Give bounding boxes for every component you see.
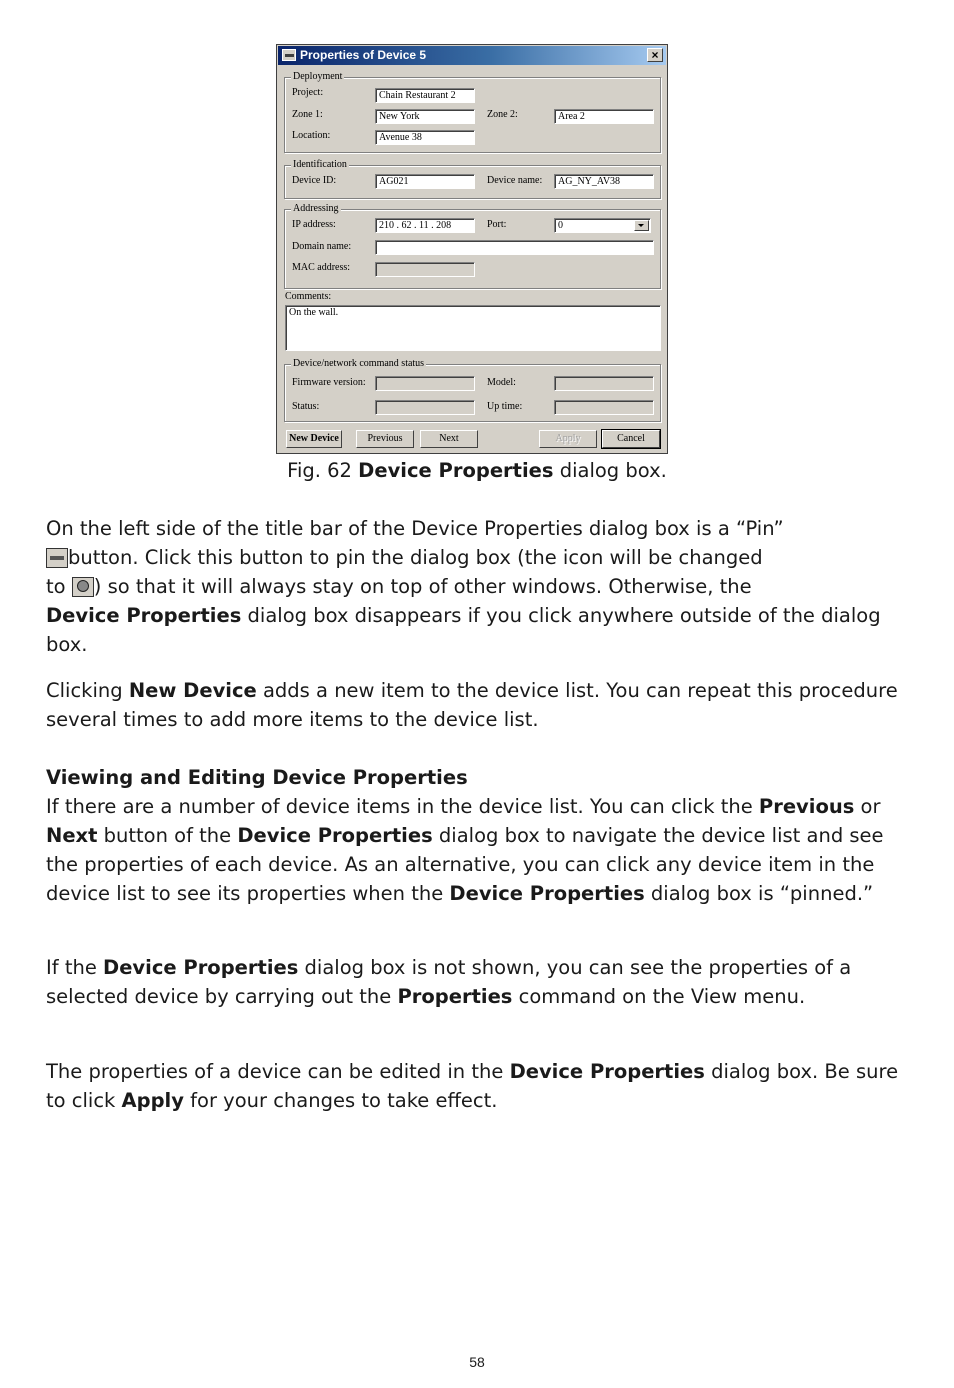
new-device-button[interactable]: New Device [286,430,342,448]
port-label: Port: [487,219,507,230]
figure-caption: Fig. 62 Device Properties dialog box. [0,459,954,482]
previous-button[interactable]: Previous [356,430,414,448]
status-legend: Device/network command status [291,358,427,369]
pin-icon[interactable] [282,49,296,61]
text: for your changes to take effect. [183,1089,498,1112]
bold-text: Device Properties [509,1060,705,1083]
text: command on the View menu. [512,985,806,1008]
bold-text: Previous [758,795,855,818]
pushpin-icon [71,577,94,597]
bold-text: Device Properties [103,956,299,979]
addressing-legend: Addressing [291,203,341,214]
text: If there are a number of device items in… [46,795,759,818]
text: Clicking [46,679,129,702]
zone1-label: Zone 1: [292,109,323,120]
bold-text: Device Properties [46,604,242,627]
device-id-label: Device ID: [292,175,337,186]
apply-button[interactable]: Apply [539,430,597,448]
device-properties-dialog: Properties of Device 5 × Deployment Proj… [276,44,668,454]
text: button of the [97,824,238,847]
bold-text: Next [46,824,98,847]
paragraph-new-device: Clicking New Device adds a new item to t… [46,676,916,734]
text: dialog box is “pinned.” [644,882,874,905]
pin-icon [46,548,68,568]
device-name-field[interactable]: AG_NY_AV38 [554,174,654,189]
deployment-group: Deployment Project: Chain Restaurant 2 Z… [284,71,661,153]
text: The properties of a device can be edited… [46,1060,510,1083]
caption-suffix: dialog box. [553,459,667,482]
caption-prefix: Fig. 62 [287,459,359,482]
text: to [46,575,72,598]
ip-address-field[interactable]: 210 . 62 . 11 . 208 [375,218,475,233]
deployment-legend: Deployment [291,71,345,82]
text: ) so that it will always stay on top of … [93,575,752,598]
firmware-label: Firmware version: [292,377,366,388]
section-heading: Viewing and Editing Device Properties [46,766,468,789]
mac-address-label: MAC address: [292,262,351,273]
text: On the left side of the title bar of the… [46,517,784,540]
paragraph-apply: The properties of a device can be edited… [46,1057,916,1115]
paragraph-navigation: If there are a number of device items in… [46,792,916,908]
identification-legend: Identification [291,159,349,170]
paragraph-pin: On the left side of the title bar of the… [46,514,916,659]
page-number: 58 [469,1354,485,1370]
bold-text: Device Properties [449,882,645,905]
firmware-field [375,376,475,391]
comments-label: Comments: [285,291,332,302]
paragraph-properties-command: If the Device Properties dialog box is n… [46,953,916,1011]
comments-textarea[interactable]: On the wall. [285,305,661,351]
location-field[interactable]: Avenue 38 [375,130,475,145]
text: If the [46,956,104,979]
status-group: Device/network command status Firmware v… [284,358,661,422]
domain-name-field[interactable] [375,240,654,255]
zone1-field[interactable]: New York [375,109,475,124]
domain-name-label: Domain name: [292,241,352,252]
bold-text: Properties [397,985,513,1008]
model-field [554,376,654,391]
caption-bold: Device Properties [358,459,554,482]
bold-text: Device Properties [237,824,433,847]
location-label: Location: [292,130,331,141]
port-value: 0 [558,220,563,231]
project-label: Project: [292,87,324,98]
dialog-title: Properties of Device 5 [300,48,427,62]
addressing-group: Addressing IP address: 210 . 62 . 11 . 2… [284,203,661,289]
device-name-label: Device name: [487,175,543,186]
close-button[interactable]: × [647,48,663,62]
device-id-field[interactable]: AG021 [375,174,475,189]
uptime-field [554,400,654,415]
project-field[interactable]: Chain Restaurant 2 [375,88,475,103]
model-label: Model: [487,377,516,388]
zone2-label: Zone 2: [487,109,518,120]
next-button[interactable]: Next [420,430,478,448]
port-combobox[interactable]: 0 [554,218,651,233]
dialog-titlebar: Properties of Device 5 × [278,46,666,65]
status-label: Status: [292,401,320,412]
mac-address-field [375,262,475,277]
status-field [375,400,475,415]
cancel-button[interactable]: Cancel [601,429,661,449]
bold-text: Apply [121,1089,184,1112]
uptime-label: Up time: [487,401,523,412]
chevron-down-icon[interactable] [634,220,649,231]
identification-group: Identification Device ID: AG021 Device n… [284,159,661,199]
text: button. Click this button to pin the dia… [68,546,763,569]
bold-text: New Device [128,679,257,702]
zone2-field[interactable]: Area 2 [554,109,654,124]
text: or [854,795,881,818]
ip-address-label: IP address: [292,219,336,230]
